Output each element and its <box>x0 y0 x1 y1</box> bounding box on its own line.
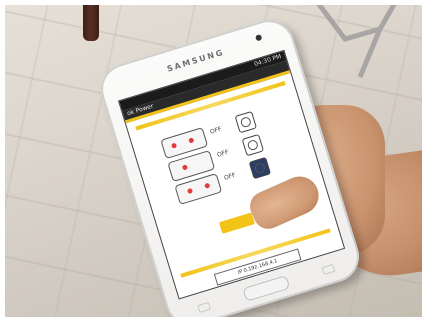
switch-indicator <box>204 182 211 189</box>
switch-label: OFF <box>216 148 230 159</box>
chair-leg <box>83 5 99 41</box>
photo: SAMSUNG 04:30 PM ok Power OFF OFF OFF IP… <box>5 5 422 317</box>
switch-label: OFF <box>209 125 223 136</box>
switch-indicator <box>188 137 195 144</box>
switch-indicator <box>186 187 194 195</box>
action-button[interactable] <box>218 212 255 234</box>
switch-indicator <box>170 142 178 149</box>
switch-label: OFF <box>223 171 237 182</box>
clock-icon[interactable] <box>241 133 265 157</box>
clock-icon[interactable] <box>248 156 272 180</box>
clock-icon[interactable] <box>234 110 258 134</box>
switch-indicator <box>181 164 189 171</box>
chair-frame <box>316 5 397 78</box>
